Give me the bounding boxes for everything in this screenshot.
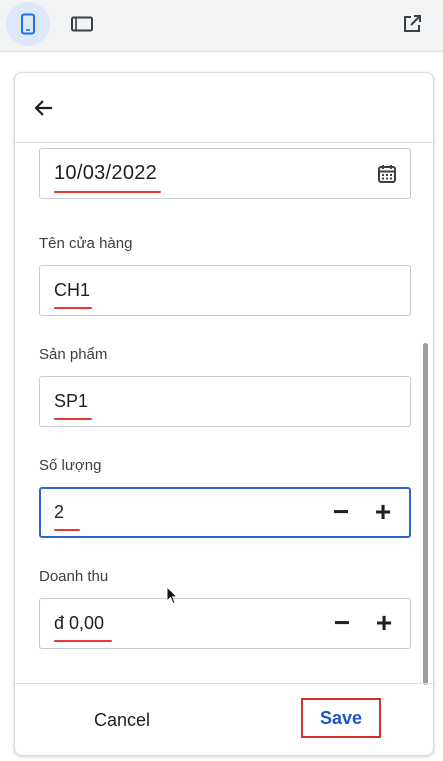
form-header <box>15 73 433 143</box>
tablet-view-button[interactable] <box>60 2 104 46</box>
form-scroll-area[interactable]: 10/03/2022 Tên cửa hàng CH1 Sản phẩm SP1… <box>15 143 433 686</box>
revenue-label: Doanh thu <box>39 568 109 585</box>
quantity-value: 2 <box>54 502 65 522</box>
product-label: Sản phẩm <box>39 346 108 363</box>
annotation-underline <box>54 418 92 420</box>
revenue-decrement-button[interactable]: − <box>330 609 354 637</box>
quantity-label: Số lượng <box>39 457 102 474</box>
back-button[interactable] <box>27 91 61 125</box>
product-value: SP1 <box>54 391 89 411</box>
phone-view-icon <box>21 13 35 35</box>
open-in-new-button[interactable] <box>390 2 434 46</box>
quantity-increment-button[interactable]: + <box>371 498 395 526</box>
annotation-underline <box>54 640 112 642</box>
save-button[interactable]: Save <box>301 698 381 738</box>
store-label: Tên cửa hàng <box>39 235 133 252</box>
revenue-increment-button[interactable]: + <box>372 609 396 637</box>
store-value: CH1 <box>54 280 91 300</box>
revenue-stepper[interactable]: đ 0,00 − + <box>39 598 411 649</box>
scrollbar[interactable] <box>423 343 428 685</box>
open-in-new-icon <box>404 15 421 32</box>
arrow-back-icon <box>34 100 52 116</box>
preview-toolbar <box>0 0 443 52</box>
calendar-icon[interactable] <box>376 163 398 185</box>
mouse-pointer-icon <box>166 586 178 605</box>
form-footer: Cancel Save <box>15 683 433 755</box>
quantity-stepper[interactable]: 2 − + <box>39 487 411 538</box>
tablet-view-icon <box>71 16 93 32</box>
store-field[interactable]: CH1 <box>39 265 411 316</box>
annotation-underline <box>54 529 80 531</box>
form-card: 10/03/2022 Tên cửa hàng CH1 Sản phẩm SP1… <box>14 72 434 756</box>
annotation-underline <box>54 191 161 193</box>
product-field[interactable]: SP1 <box>39 376 411 427</box>
phone-view-button[interactable] <box>6 2 50 46</box>
date-field[interactable]: 10/03/2022 <box>39 148 411 199</box>
date-value: 10/03/2022 <box>54 162 158 184</box>
revenue-value: đ 0,00 <box>54 613 105 633</box>
quantity-decrement-button[interactable]: − <box>329 498 353 526</box>
cancel-button[interactable]: Cancel <box>77 704 167 736</box>
annotation-underline <box>54 307 92 309</box>
